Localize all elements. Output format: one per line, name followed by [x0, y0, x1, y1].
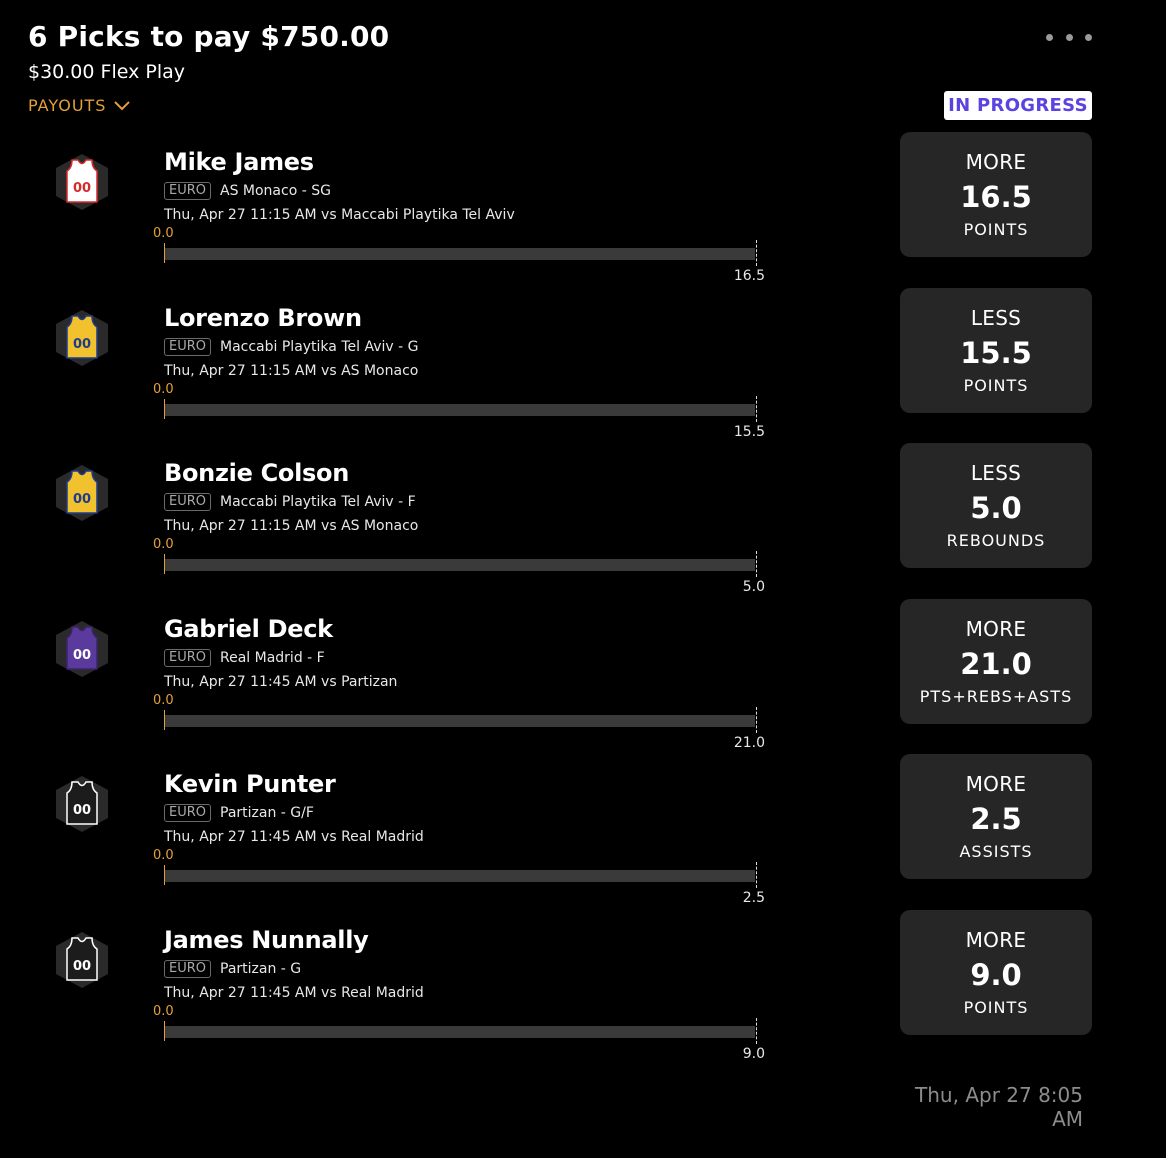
team-position: AS Monaco - SG [220, 183, 331, 199]
pick-direction: MORE [965, 150, 1027, 174]
projection-card[interactable]: MORE 16.5 POINTS [900, 132, 1092, 257]
team-position: Partizan - G/F [220, 805, 314, 821]
pick-direction: LESS [970, 305, 1022, 330]
svg-text:00: 00 [73, 959, 91, 974]
payouts-toggle[interactable]: PAYOUTS [28, 96, 131, 115]
league-tag: EURO [164, 804, 211, 822]
projection-line: 5.0 [970, 491, 1022, 525]
payouts-label: PAYOUTS [28, 96, 107, 115]
page-title: 6 Picks to pay $750.00 [28, 20, 390, 53]
game-info: Thu, Apr 27 11:15 AM vs AS Monaco [164, 362, 419, 379]
entry-detail-page: 6 Picks to pay $750.00 $30.00 Flex Play … [0, 0, 1166, 1158]
progress-current-value: 0.0 [153, 537, 174, 552]
pick-row: 00 Bonzie Colson EURO Maccabi Playtika T… [0, 443, 1166, 599]
league-tag: EURO [164, 959, 211, 978]
progress-target-value: 5.0 [742, 579, 765, 595]
player-name: Gabriel Deck [164, 614, 333, 643]
pick-row: 00 Mike James EURO AS Monaco - SG Thu, A… [0, 132, 1166, 288]
stat-type: REBOUNDS [946, 531, 1046, 550]
stat-type: ASSISTS [959, 842, 1033, 861]
projection-card[interactable]: MORE 9.0 POINTS [900, 909, 1092, 1035]
progress-target-value: 21.0 [733, 734, 765, 751]
progress-bar [165, 559, 755, 571]
projection-line: 9.0 [970, 957, 1022, 992]
svg-text:00: 00 [73, 492, 91, 507]
projection-line: 15.5 [960, 335, 1032, 370]
svg-text:00: 00 [73, 648, 91, 663]
game-info: Thu, Apr 27 11:15 AM vs Maccabi Playtika… [164, 207, 515, 223]
projection-card[interactable]: MORE 21.0 PTS+REBS+ASTS [900, 598, 1092, 724]
player-name: Mike James [164, 148, 314, 176]
progress-target-value: 2.5 [742, 890, 765, 906]
progress-bar [165, 714, 755, 727]
league-tag: EURO [164, 337, 211, 356]
game-info: Thu, Apr 27 11:45 AM vs Real Madrid [164, 984, 424, 1001]
progress-bar [165, 403, 755, 416]
projection-card[interactable]: LESS 15.5 POINTS [900, 287, 1092, 413]
pick-direction: MORE [965, 772, 1027, 796]
progress-target-value: 15.5 [733, 423, 765, 440]
stat-type: PTS+REBS+ASTS [919, 686, 1073, 706]
player-name: Kevin Punter [164, 770, 336, 798]
svg-text:00: 00 [73, 181, 91, 196]
progress-bar [165, 248, 755, 260]
league-tag: EURO [164, 648, 211, 667]
pick-direction: LESS [970, 461, 1022, 485]
progress-target-value: 9.0 [742, 1045, 765, 1062]
projection-line: 16.5 [960, 180, 1032, 214]
player-name: Lorenzo Brown [164, 303, 362, 332]
svg-text:00: 00 [73, 337, 91, 352]
projection-line: 21.0 [960, 646, 1032, 681]
game-info: Thu, Apr 27 11:15 AM vs AS Monaco [164, 518, 419, 534]
updated-timestamp: Thu, Apr 27 8:05 AM [915, 1083, 1083, 1131]
player-name: James Nunnally [164, 925, 369, 954]
jersey-icon: 00 [52, 152, 112, 212]
stat-type: POINTS [963, 997, 1029, 1017]
progress-current-value: 0.0 [153, 226, 174, 241]
pick-row: 00 James Nunnally EURO Partizan - G Thu,… [0, 909, 1166, 1066]
projection-card[interactable]: MORE 2.5 ASSISTS [900, 754, 1092, 879]
jersey-icon: 00 [52, 774, 112, 834]
progress-bar [165, 870, 755, 882]
league-tag: EURO [164, 493, 211, 511]
team-position: Partizan - G [220, 960, 302, 977]
progress-current-value: 0.0 [153, 1003, 174, 1019]
pick-row: 00 Kevin Punter EURO Partizan - G/F Thu,… [0, 754, 1166, 910]
entry-subtitle: $30.00 Flex Play [28, 61, 185, 83]
team-position: Maccabi Playtika Tel Aviv - F [220, 494, 416, 510]
progress-bar [165, 1025, 755, 1038]
jersey-icon: 00 [52, 930, 112, 990]
chevron-down-icon [114, 100, 131, 110]
progress-current-value: 0.0 [153, 848, 174, 863]
projection-line: 2.5 [970, 802, 1022, 836]
more-options-icon[interactable] [1046, 28, 1092, 46]
team-position: Maccabi Playtika Tel Aviv - G [220, 338, 419, 355]
league-tag: EURO [164, 182, 211, 200]
pick-row: 00 Lorenzo Brown EURO Maccabi Playtika T… [0, 287, 1166, 444]
pick-row: 00 Gabriel Deck EURO Real Madrid - F Thu… [0, 598, 1166, 755]
progress-current-value: 0.0 [153, 692, 174, 708]
svg-text:00: 00 [73, 803, 91, 818]
game-info: Thu, Apr 27 11:45 AM vs Real Madrid [164, 829, 424, 845]
pick-direction: MORE [965, 927, 1027, 952]
jersey-icon: 00 [52, 308, 112, 368]
game-info: Thu, Apr 27 11:45 AM vs Partizan [164, 673, 398, 690]
player-name: Bonzie Colson [164, 459, 349, 487]
team-position: Real Madrid - F [220, 649, 325, 666]
stat-type: POINTS [963, 375, 1029, 395]
jersey-icon: 00 [52, 619, 112, 679]
status-badge: IN PROGRESS [944, 91, 1092, 120]
projection-card[interactable]: LESS 5.0 REBOUNDS [900, 443, 1092, 568]
jersey-icon: 00 [52, 463, 112, 523]
progress-current-value: 0.0 [153, 381, 174, 397]
progress-target-value: 16.5 [733, 268, 765, 284]
stat-type: POINTS [963, 220, 1029, 239]
pick-direction: MORE [965, 616, 1027, 641]
